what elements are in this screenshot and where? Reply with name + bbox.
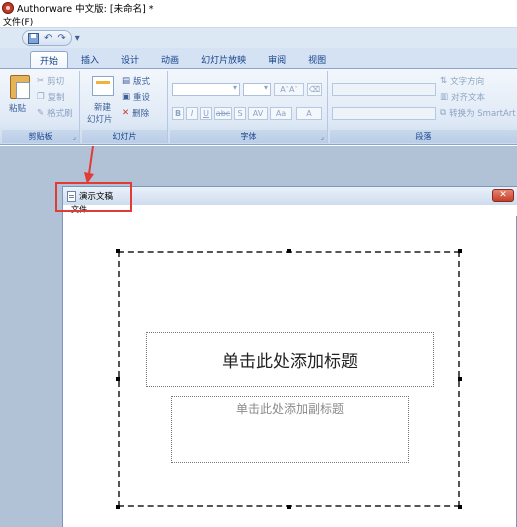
align-text-button[interactable]: ▥ 对齐文本 [440,91,485,103]
delete-icon: ✕ [122,108,130,118]
reset-icon: ▣ [122,92,131,102]
paste-icon[interactable] [10,75,30,99]
bold-button[interactable]: B [172,107,184,120]
cut-label: 剪切 [47,77,65,87]
tab-design[interactable]: 设计 [112,51,148,68]
tab-insert[interactable]: 插入 [72,51,108,68]
app-title: Authorware 中文版: [未命名] * [17,3,154,15]
resize-handle-bl[interactable] [116,505,120,509]
tab-slideshow[interactable]: 幻灯片放映 [192,51,255,68]
reset-label: 重设 [133,93,151,103]
customize-toolbar-icon[interactable]: ▾ [75,33,80,44]
smartart-button[interactable]: ⧉ 转换为 SmartArt [440,107,516,119]
slides-group-label: 幻灯片 [82,130,167,143]
ribbon-tabs: 开始 插入 设计 动画 幻灯片放映 审阅 视图 [0,48,517,68]
delete-label: 删除 [132,109,150,119]
annotation-arrow-icon [84,145,94,184]
shadow-button[interactable]: S [234,107,246,120]
format-painter-label: 格式刷 [47,109,73,119]
scissors-icon: ✂ [37,76,45,86]
quick-access-group: ↶ ↷ [22,30,72,46]
format-painter-button[interactable]: ✎ 格式刷 [37,107,73,119]
app-title-bar: Authorware 中文版: [未命名] * [0,0,517,15]
resize-handle-br[interactable] [458,505,462,509]
alignment-buttons[interactable] [332,107,436,120]
resize-handle-t[interactable] [287,249,291,253]
delete-button[interactable]: ✕ 删除 [122,107,149,119]
reset-button[interactable]: ▣ 重设 [122,91,150,103]
redo-icon[interactable]: ↷ [57,33,65,44]
text-direction-icon: ⇅ [440,76,448,86]
italic-button[interactable]: I [186,107,198,120]
ribbon: 粘贴 ✂ 剪切 ❐ 复制 ✎ 格式刷 剪贴板 ⌟ 新建 幻灯片 ▤ 版式 ▣ 重设 ✕ 删除… [0,68,517,145]
paragraph-group-label: 段落 [330,130,517,143]
brush-icon: ✎ [37,108,45,118]
paragraph-group: ⇅ 文字方向 ▥ 对齐文本 ⧉ 转换为 SmartArt 段落 [330,71,517,143]
char-spacing-button[interactable]: AV [248,107,268,120]
undo-icon[interactable]: ↶ [44,33,52,44]
copy-label: 复制 [47,93,65,103]
close-button[interactable]: ✕ [492,189,514,202]
change-case-button[interactable]: Aa [270,107,292,120]
font-family-select[interactable] [172,83,240,96]
underline-button[interactable]: U [200,107,212,120]
copy-icon: ❐ [37,92,45,102]
resize-handle-tr[interactable] [458,249,462,253]
text-direction-label: 文字方向 [450,77,485,87]
tab-view[interactable]: 视图 [299,51,335,68]
layout-label: 版式 [133,77,151,87]
smartart-label: 转换为 SmartArt [449,109,516,119]
slides-group: 新建 幻灯片 ▤ 版式 ▣ 重设 ✕ 删除 幻灯片 [82,71,168,143]
layout-button[interactable]: ▤ 版式 [122,75,150,87]
resize-handle-b[interactable] [287,505,291,509]
font-size-select[interactable] [243,83,271,96]
save-icon[interactable] [28,32,39,44]
clipboard-group: 粘贴 ✂ 剪切 ❐ 复制 ✎ 格式刷 剪贴板 ⌟ [2,71,80,143]
new-slide-button[interactable]: 新建 [94,101,111,113]
authorware-logo-icon [2,1,14,14]
align-text-icon: ▥ [440,92,449,102]
clipboard-dialog-launcher-icon[interactable]: ⌟ [73,133,76,141]
layout-icon: ▤ [122,76,131,86]
grow-shrink-font-button[interactable]: AˆAˇ [274,83,304,96]
align-text-label: 对齐文本 [451,93,486,103]
tab-home[interactable]: 开始 [30,51,69,68]
clear-format-icon[interactable]: ⌫ [307,83,322,96]
font-dialog-launcher-icon[interactable]: ⌟ [321,133,324,141]
font-color-button[interactable]: A [296,107,322,120]
cut-button[interactable]: ✂ 剪切 [37,75,64,87]
subtitle-placeholder[interactable]: 单击此处添加副标题 [171,396,409,463]
menu-file[interactable]: 文件(F) [3,15,33,28]
highlight-box [55,182,132,212]
list-indent-buttons[interactable] [332,83,436,96]
resize-handle-l[interactable] [116,377,120,381]
font-group: AˆAˇ ⌫ B I U abc S AV Aa A 字体 ⌟ [170,71,328,143]
tab-animation[interactable]: 动画 [152,51,188,68]
clipboard-group-label: 剪贴板 [2,130,79,143]
new-slide-button-line2[interactable]: 幻灯片 [87,113,113,125]
smartart-icon: ⧉ [440,108,447,118]
title-placeholder[interactable]: 单击此处添加标题 [146,332,434,387]
menu-bar: 文件(F) [0,15,517,28]
text-direction-button[interactable]: ⇅ 文字方向 [440,75,484,87]
resize-handle-r[interactable] [458,377,462,381]
strikethrough-button[interactable]: abc [214,107,232,120]
quick-access-toolbar: ↶ ↷ ▾ [0,28,517,48]
resize-handle-tl[interactable] [116,249,120,253]
new-slide-icon[interactable] [92,76,114,96]
tab-review[interactable]: 审阅 [259,51,295,68]
copy-button[interactable]: ❐ 复制 [37,91,65,103]
font-group-label: 字体 [170,130,327,143]
paste-button[interactable]: 粘贴 [9,102,26,114]
